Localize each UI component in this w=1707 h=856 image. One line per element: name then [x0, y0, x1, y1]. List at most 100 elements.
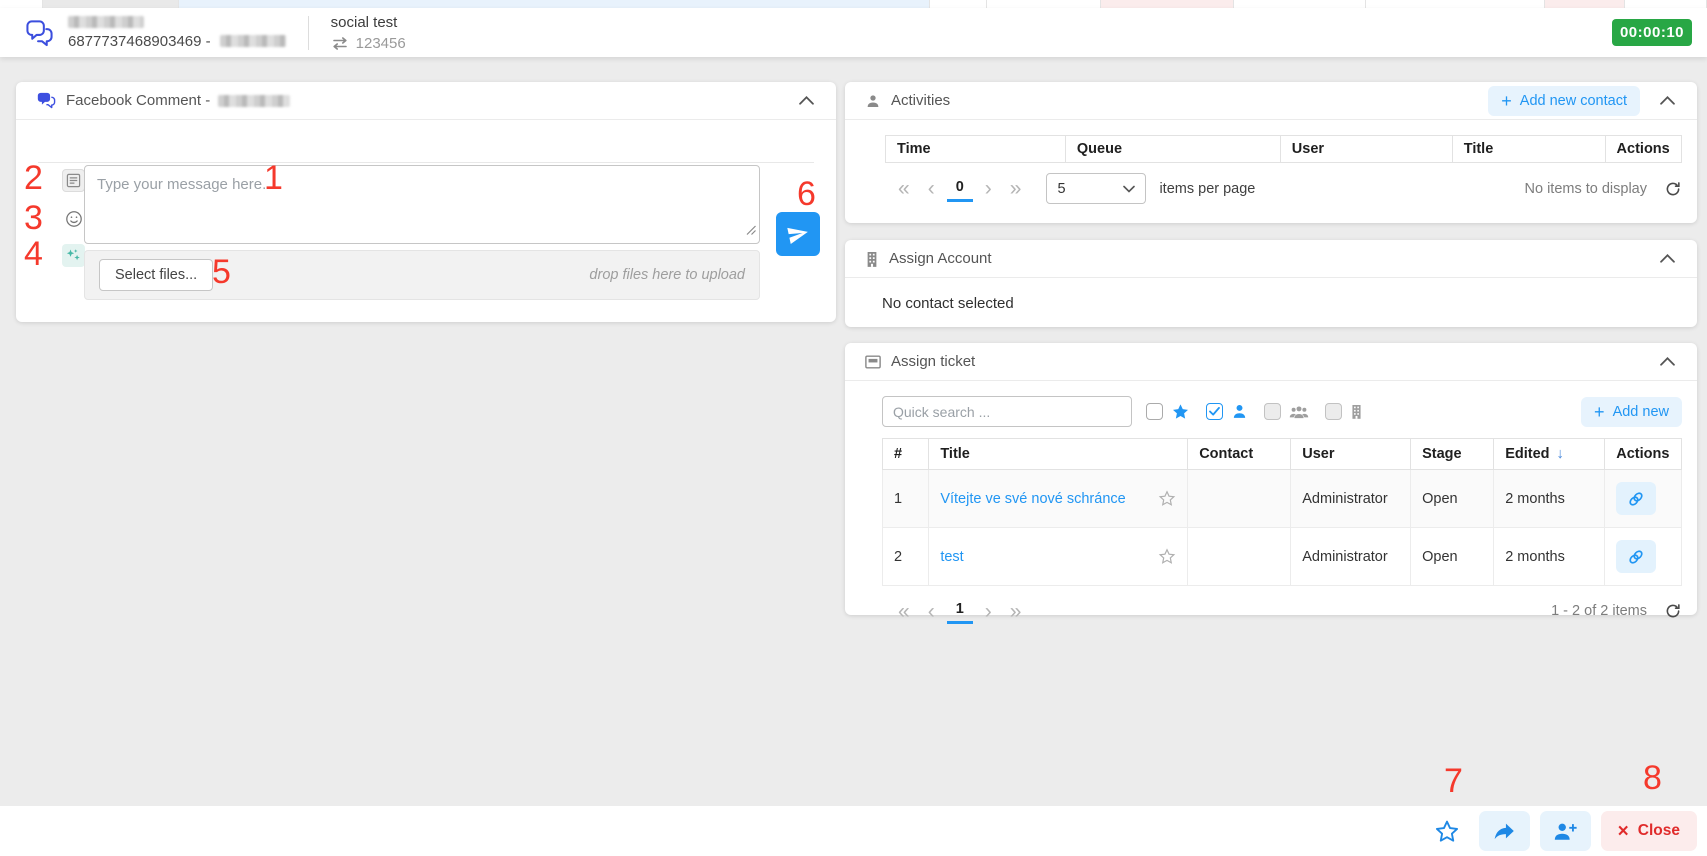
current-page[interactable]: 1	[947, 598, 973, 624]
ticket-num: 2	[883, 528, 929, 586]
browser-tab-segment	[0, 0, 43, 8]
star-outline-icon	[1158, 490, 1176, 507]
refresh-tickets-button[interactable]	[1664, 602, 1682, 620]
page-size-select[interactable]: 5	[1046, 173, 1146, 204]
activities-status: No items to display	[1525, 181, 1648, 197]
session-timer: 00:00:10	[1612, 19, 1692, 46]
column-header-contact[interactable]: Contact	[1188, 439, 1291, 470]
column-header-user[interactable]: User	[1291, 439, 1411, 470]
sparkles-icon	[65, 247, 82, 264]
file-drop-zone[interactable]: Select files... drop files here to uploa…	[84, 250, 760, 300]
annotation-1: 1	[264, 160, 283, 197]
ticket-edited: 2 months	[1494, 528, 1605, 586]
person-icon	[865, 93, 881, 109]
ticket-edited: 2 months	[1494, 470, 1605, 528]
column-header-stage[interactable]: Stage	[1411, 439, 1494, 470]
favorite-ticket-button[interactable]	[1158, 490, 1176, 507]
column-header-title[interactable]: Title	[1452, 136, 1605, 163]
browser-tab-segment	[1625, 0, 1707, 8]
emoji-picker-button[interactable]	[62, 207, 85, 230]
check-icon	[1209, 407, 1220, 416]
my-tickets-checkbox[interactable]	[1206, 403, 1223, 420]
favorites-checkbox[interactable]	[1146, 403, 1163, 420]
first-page-icon[interactable]: «	[889, 178, 919, 199]
prev-page-icon[interactable]: ‹	[919, 178, 944, 199]
collapse-ticket-button[interactable]	[1658, 350, 1677, 373]
column-header-user[interactable]: User	[1280, 136, 1452, 163]
select-files-button[interactable]: Select files...	[99, 259, 213, 291]
column-header-time[interactable]: Time	[886, 136, 1066, 163]
quick-search-input[interactable]	[882, 396, 1132, 427]
assign-ticket-title: Assign ticket	[891, 353, 975, 370]
link-ticket-button[interactable]	[1616, 540, 1656, 573]
tickets-table: # Title Contact User Stage Edited↓ Actio…	[882, 438, 1682, 586]
activities-table: Time Queue User Title Actions	[885, 135, 1682, 163]
first-page-icon[interactable]: «	[889, 601, 919, 622]
column-header-title[interactable]: Title	[929, 439, 1188, 470]
star-icon	[1171, 403, 1190, 421]
link-ticket-button[interactable]	[1616, 482, 1656, 515]
chevron-up-icon	[1660, 93, 1675, 108]
star-outline-icon	[1158, 548, 1176, 565]
person-add-icon	[1553, 820, 1577, 842]
tickets-pager: « ‹ 1 › » 1 - 2 of 2 items	[845, 586, 1697, 624]
composer-divider	[38, 162, 814, 163]
filter-my-tickets[interactable]	[1206, 403, 1248, 420]
forward-arrow-icon	[1493, 820, 1516, 843]
chevron-up-icon	[799, 93, 814, 108]
ticket-user: Administrator	[1291, 470, 1411, 528]
prev-page-icon[interactable]: ‹	[919, 601, 944, 622]
add-new-ticket-button[interactable]: + Add new	[1581, 397, 1682, 427]
chevron-up-icon	[1660, 354, 1675, 369]
ticket-title-link[interactable]: Vítejte ve své nové schránce	[940, 491, 1125, 507]
add-contact-button[interactable]	[1540, 811, 1591, 851]
annotation-6: 6	[797, 176, 816, 213]
next-page-icon[interactable]: ›	[976, 178, 1001, 199]
ticket-row: 2 test Administrator Open 2 months	[883, 528, 1682, 586]
redacted-contact-name	[68, 16, 144, 28]
favorite-session-button[interactable]	[1429, 814, 1465, 849]
forward-button[interactable]	[1479, 811, 1530, 851]
filter-account-tickets[interactable]	[1325, 403, 1363, 420]
send-button[interactable]	[776, 212, 820, 256]
filter-favorites[interactable]	[1146, 403, 1190, 421]
close-button[interactable]: × Close	[1601, 811, 1697, 851]
close-icon: ×	[1618, 822, 1629, 841]
team-tickets-checkbox[interactable]	[1264, 403, 1281, 420]
canned-responses-button[interactable]	[62, 169, 85, 192]
no-contact-selected-text: No contact selected	[845, 278, 1697, 312]
current-page[interactable]: 0	[947, 176, 973, 202]
column-header-num[interactable]: #	[883, 439, 929, 470]
favorite-ticket-button[interactable]	[1158, 548, 1176, 565]
ticket-user: Administrator	[1291, 528, 1411, 586]
add-new-contact-button[interactable]: + Add new contact	[1488, 86, 1640, 116]
refresh-activities-button[interactable]	[1664, 180, 1682, 198]
ai-assistant-button[interactable]	[62, 244, 85, 267]
redacted-contact-name-panel	[218, 95, 290, 107]
message-input[interactable]	[84, 165, 760, 244]
template-icon	[66, 173, 81, 188]
collapse-facebook-panel-button[interactable]	[797, 89, 816, 112]
next-page-icon[interactable]: ›	[976, 601, 1001, 622]
column-header-actions: Actions	[1605, 439, 1682, 470]
last-page-icon[interactable]: »	[1001, 601, 1031, 622]
collapse-activities-button[interactable]	[1658, 89, 1677, 112]
column-header-edited[interactable]: Edited↓	[1494, 439, 1605, 470]
ticket-num: 1	[883, 470, 929, 528]
paper-plane-icon	[787, 223, 809, 245]
tickets-range-status: 1 - 2 of 2 items	[1551, 603, 1647, 619]
column-header-queue[interactable]: Queue	[1065, 136, 1280, 163]
annotation-2: 2	[24, 160, 43, 197]
comment-icon	[36, 92, 56, 110]
ticket-title-link[interactable]: test	[940, 549, 963, 565]
annotation-4: 4	[24, 236, 43, 273]
account-tickets-checkbox[interactable]	[1325, 403, 1342, 420]
collapse-account-button[interactable]	[1658, 247, 1677, 270]
last-page-icon[interactable]: »	[1001, 178, 1031, 199]
redacted-contact-name-inline	[220, 35, 286, 47]
filter-team-tickets[interactable]	[1264, 403, 1309, 420]
plus-icon: +	[1594, 403, 1605, 421]
queue-reference: 123456	[356, 35, 406, 52]
annotation-7: 7	[1444, 763, 1463, 800]
browser-tab-segment	[1366, 0, 1545, 8]
